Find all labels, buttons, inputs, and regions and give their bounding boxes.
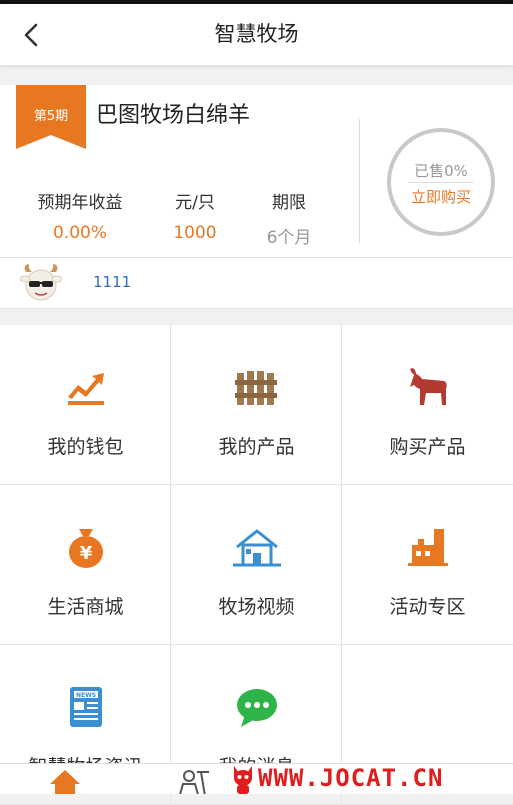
back-button[interactable] [14,18,48,52]
stat-price: 元/只 1000 [152,188,238,243]
stat-yield: 预期年收益 0.00% [22,188,138,243]
menu-buy-product[interactable]: 购买产品 [342,325,513,485]
circle-divider [408,182,474,183]
menu-farm-video[interactable]: 牧场视频 [171,485,342,645]
menu-my-products[interactable]: 我的产品 [171,325,342,485]
username[interactable]: 1111 [93,273,131,291]
price-value: 1000 [173,223,217,243]
menu-label: 生活商城 [47,596,124,618]
chevron-left-icon [24,23,38,47]
stat-term: 期限 6个月 [248,188,330,248]
money-bag-icon: ¥ [69,529,103,568]
menu-label: 我的钱包 [47,436,124,458]
svg-text:NEWS: NEWS [76,692,96,699]
sale-progress-circle[interactable]: 已售0% 立即购买 [386,127,496,237]
price-label: 元/只 [175,193,215,213]
yield-label: 预期年收益 [37,193,123,213]
factory-icon [408,529,448,566]
buy-now-button[interactable]: 立即购买 [386,186,496,207]
header-bar: 智慧牧场 [0,4,513,66]
menu-label: 活动专区 [389,596,466,618]
watermark-text: WWW.JOCAT.CN [258,764,444,792]
term-label: 期限 [272,193,306,213]
svg-text:¥: ¥ [80,543,93,564]
yield-value: 0.00% [52,223,107,243]
news-icon: NEWS [70,687,102,727]
fence-icon [235,371,277,405]
menu-activity-zone[interactable]: 活动专区 [342,485,513,645]
menu-grid: 我的钱包 我的产品 购买产品 ¥ 生活商城 牧场视频 活动专区 NEWS [0,325,513,805]
menu-life-mall[interactable]: ¥ 生活商城 [0,485,171,645]
goat-icon [410,368,447,405]
watermark: WWW.JOCAT.CN [230,764,505,794]
product-title: 巴图牧场白绵羊 [96,103,251,128]
period-ribbon: 第5期 [16,85,86,149]
bottom-tab-bar: WWW.JOCAT.CN [0,763,513,794]
menu-label: 购买产品 [389,436,466,458]
home-icon[interactable] [48,768,82,794]
sold-percent: 已售0% [414,162,468,180]
product-card[interactable]: 第5期 巴图牧场白绵羊 预期年收益 0.00% 元/只 1000 期限 6个月 … [0,85,513,258]
term-value: 6个月 [266,228,312,248]
page-title: 智慧牧场 [214,22,299,46]
menu-my-wallet[interactable]: 我的钱包 [0,325,171,485]
divider [359,119,360,243]
trend-up-icon [68,373,104,405]
cat-logo-icon [234,766,252,794]
goat-avatar-icon [20,264,62,301]
menu-label: 牧场视频 [218,596,295,618]
menu-label: 我的产品 [218,436,295,458]
period-label: 第5期 [33,109,69,124]
house-icon [233,529,281,567]
farmer-icon[interactable] [175,768,215,794]
chat-icon [237,689,277,727]
user-row[interactable]: 1111 [0,258,513,309]
